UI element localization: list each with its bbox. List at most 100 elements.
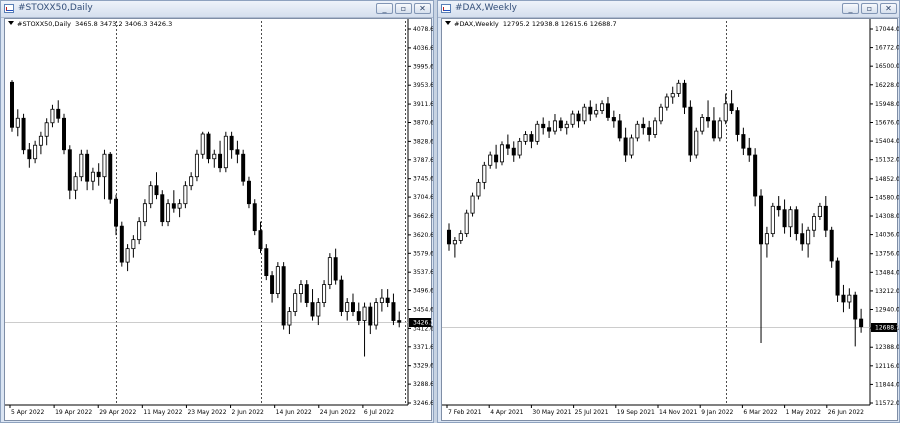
candle (517, 137, 522, 159)
stoxx50-daily-window[interactable]: #STOXX50,Daily _ ▫ ✕ 4078.6 4036.6 3995.6 3… (0, 0, 434, 423)
time-tick-label: 6 Mar 2022 (743, 409, 777, 416)
candle (676, 79, 681, 97)
bear-candle-body (800, 233, 805, 245)
bull-candle-body (275, 266, 280, 294)
minimize-button[interactable]: _ (842, 3, 859, 14)
bull-candle-body (723, 103, 728, 122)
bear-candle-body (753, 154, 758, 197)
price-tick-label: 15404.0 (875, 138, 899, 145)
bull-candle-body (73, 176, 78, 191)
bear-candle-body (206, 133, 211, 160)
restore-button[interactable]: ▫ (395, 3, 412, 14)
bear-candle-body (270, 275, 275, 294)
candle (287, 307, 292, 335)
window-titlebar[interactable]: #STOXX50,Daily _ ▫ ✕ (1, 1, 433, 18)
bull-candle-body (183, 185, 188, 205)
bull-candle-body (44, 122, 49, 137)
symbol-label: #DAX,Weekly (454, 20, 499, 28)
close-button[interactable]: ✕ (414, 3, 431, 14)
price-tick-label: 15676.0 (875, 120, 899, 127)
candle (670, 86, 675, 104)
candle (85, 149, 90, 191)
candle (629, 134, 634, 159)
bear-candle-body (776, 205, 781, 211)
price-tick-label: 3704.6 (413, 194, 433, 201)
bull-candle-body (298, 284, 303, 294)
chart-window-icon (4, 4, 14, 13)
bull-candle-body (125, 248, 130, 263)
candle (108, 151, 113, 204)
bull-candle-body (594, 110, 599, 115)
price-tick-label: 3329.6 (413, 363, 433, 370)
candle (605, 96, 610, 121)
time-tick-label: 14 Nov 2021 (659, 409, 698, 416)
price-tick-label: 17044.0 (875, 26, 899, 33)
price-tick-label: 15948.0 (875, 101, 899, 108)
dropdown-triangle-icon (445, 21, 451, 25)
bear-candle-body (350, 302, 355, 312)
candle (488, 151, 493, 169)
chart-header: #STOXX50,Daily 3465.8 3473.2 3406.3 3426… (8, 20, 172, 28)
candle (535, 120, 540, 145)
bear-candle-body (356, 311, 361, 321)
candle (102, 149, 107, 200)
bear-candle-body (385, 297, 390, 303)
candle (345, 298, 350, 321)
dax-weekly-window[interactable]: #DAX,Weekly _ ▫ ✕ 17044.0 16772.0 16500.0 1… (437, 0, 900, 423)
candle (653, 117, 658, 138)
bear-candle-body (706, 117, 711, 122)
bear-candle-body (853, 294, 858, 320)
bear-candle-body (605, 103, 610, 118)
bear-candle-body (235, 149, 240, 155)
bear-candle-body (823, 205, 828, 231)
price-tick-label: 3288.6 (413, 381, 433, 388)
bull-candle-body (694, 130, 699, 156)
price-tick-label: 3787.6 (413, 157, 433, 164)
time-tick-label: 6 Jul 2022 (364, 409, 394, 416)
candle (56, 100, 61, 123)
candle (137, 217, 142, 245)
bear-candle-body (252, 203, 257, 232)
restore-button[interactable]: ▫ (861, 3, 878, 14)
chart-area[interactable]: 4078.6 4036.6 3995.6 3953.6 3911.6 3870.6 3828… (4, 18, 433, 422)
bull-candle-body (582, 106, 587, 122)
candle (482, 161, 487, 190)
candlestick-chart[interactable]: 17044.0 16772.0 16500.0 16228.0 15948.0 15676… (442, 19, 899, 422)
candle (62, 113, 67, 155)
minimize-button[interactable]: _ (376, 3, 393, 14)
bull-candle-body (517, 140, 522, 156)
candle (782, 199, 787, 234)
bear-candle-body (96, 171, 101, 178)
time-tick-label: 23 May 2022 (187, 409, 226, 416)
candle (564, 120, 569, 135)
candle (125, 244, 130, 272)
price-tick-label: 3662.6 (413, 213, 433, 220)
bear-candle-body (558, 120, 563, 129)
candle (470, 192, 475, 217)
time-tick-label: 14 Jun 2022 (276, 409, 312, 416)
bear-candle-body (741, 134, 746, 149)
candle (682, 79, 687, 115)
bull-candle-body (658, 106, 663, 122)
candle (623, 127, 628, 162)
candle (788, 206, 793, 238)
price-tick-label: 3537.6 (413, 269, 433, 276)
candle (706, 100, 711, 128)
time-tick-label: 9 Jan 2022 (701, 409, 733, 416)
close-button[interactable]: ✕ (880, 3, 897, 14)
candle (847, 288, 852, 309)
bull-candle-body (374, 302, 379, 326)
bull-candle-body (322, 284, 327, 303)
symbol-label: #STOXX50,Daily (17, 20, 71, 28)
candle (362, 302, 367, 357)
candle (90, 167, 95, 191)
candle (499, 141, 505, 166)
window-titlebar[interactable]: #DAX,Weekly _ ▫ ✕ (438, 1, 899, 18)
candlestick-chart[interactable]: 4078.6 4036.6 3995.6 3953.6 3911.6 3870.6 3828… (5, 19, 433, 422)
candle (293, 289, 298, 317)
chart-area[interactable]: 17044.0 16772.0 16500.0 16228.0 15948.0 15676… (441, 18, 899, 422)
bear-candle-body (67, 149, 72, 191)
time-tick-label: 5 Apr 2022 (11, 409, 44, 416)
price-tick-label: 16500.0 (875, 63, 899, 70)
candle (298, 280, 303, 303)
